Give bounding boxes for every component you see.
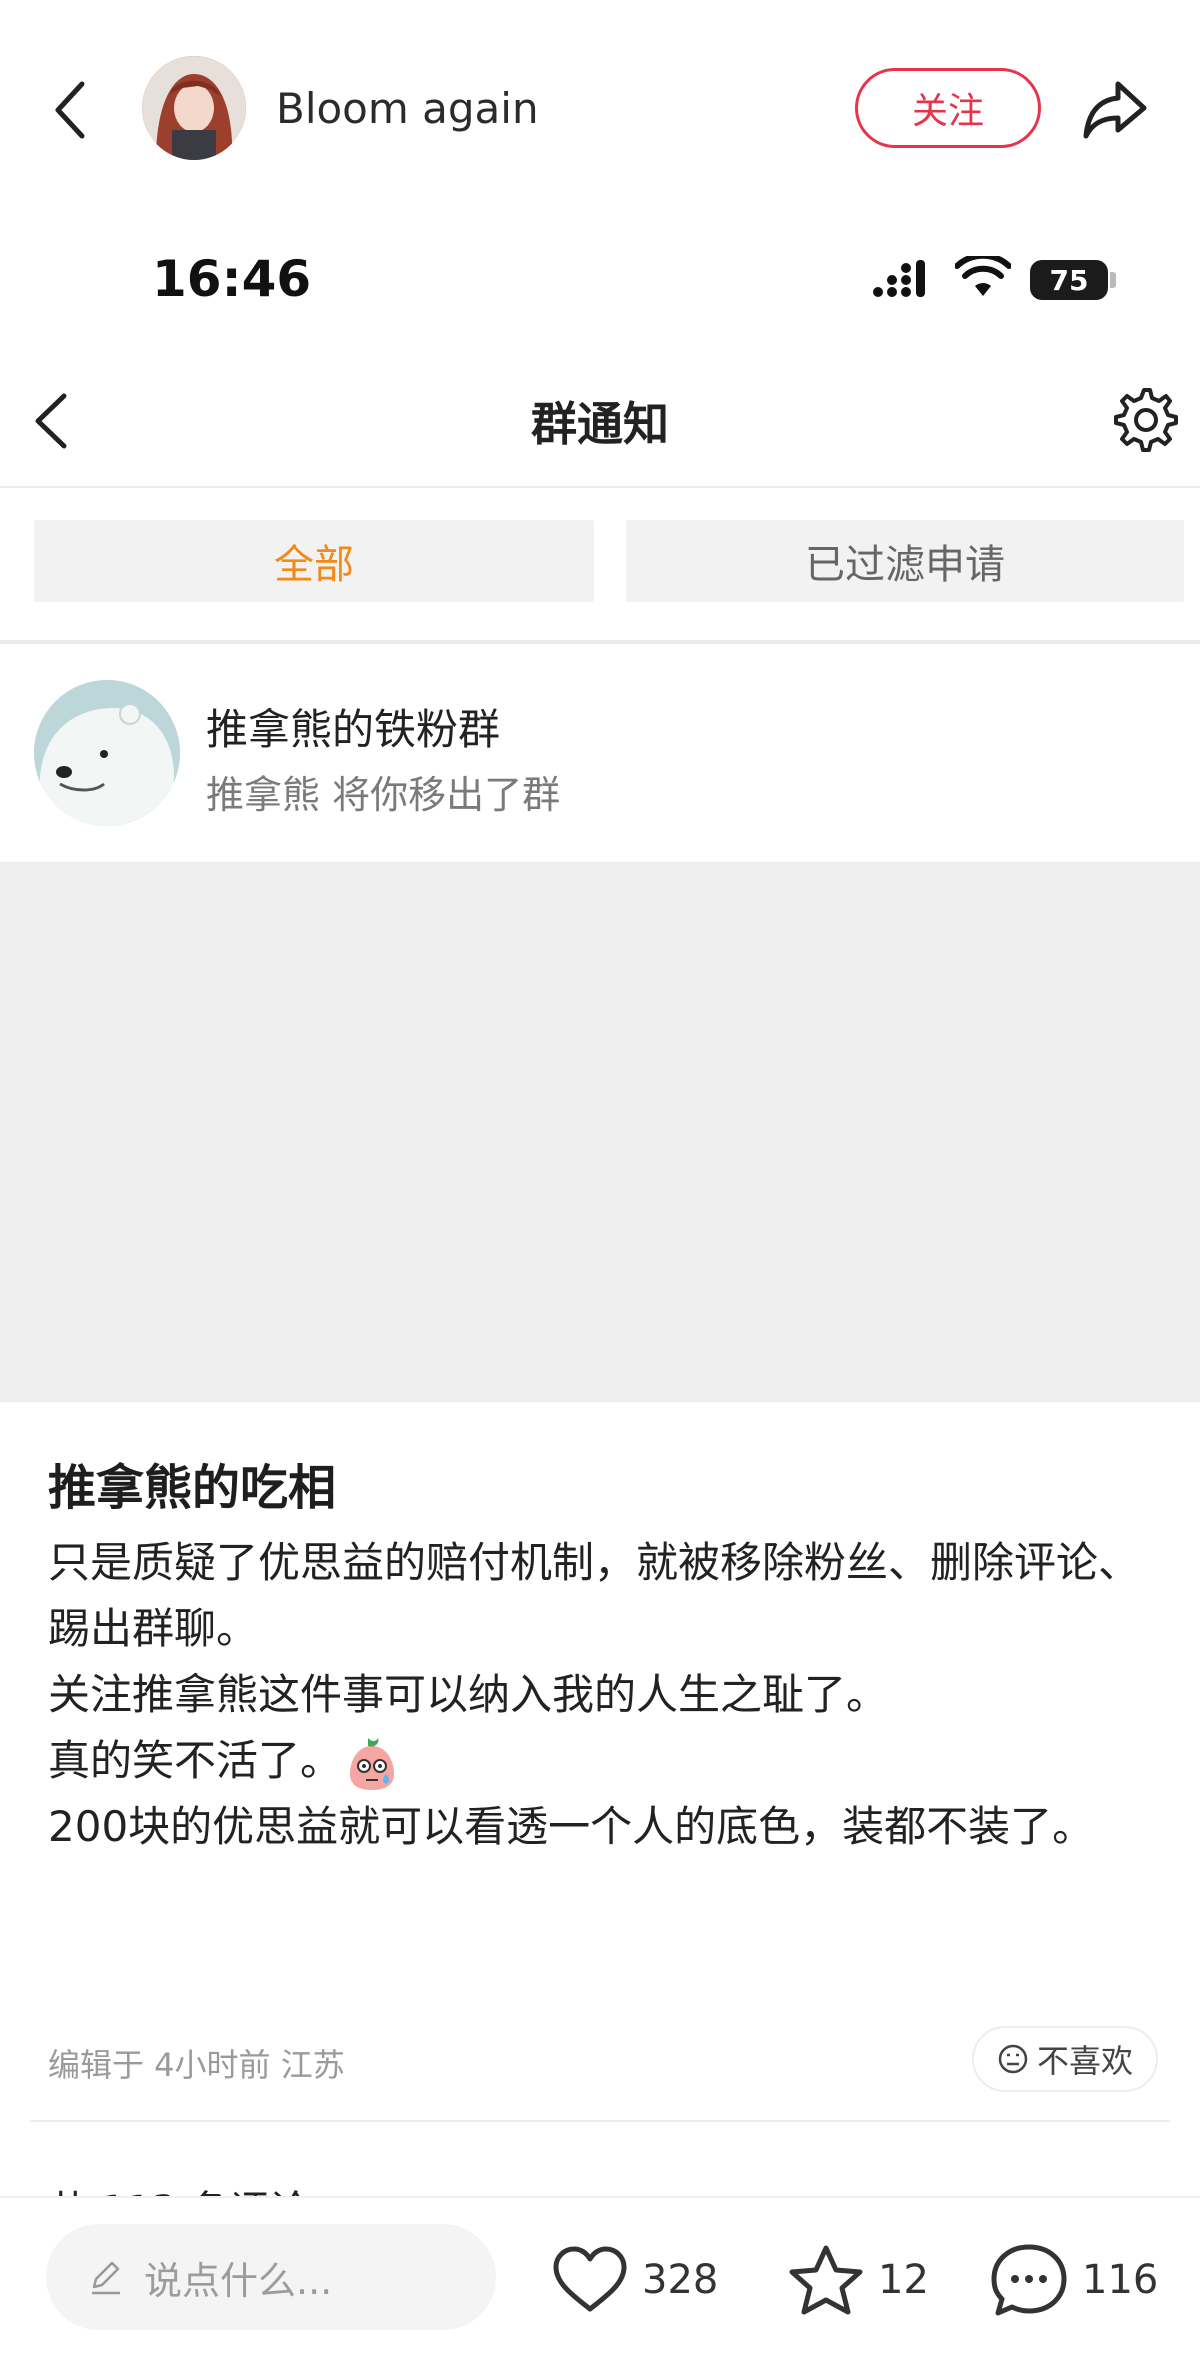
post-body: 只是质疑了优思益的赔付机制，就被移除粉丝、删除评论、踢出群聊。 关注推拿熊这件事… bbox=[48, 1530, 1158, 1860]
post-meta: 编辑于 4小时前 江苏 bbox=[48, 2046, 345, 2084]
post-paragraph: 200块的优思益就可以看透一个人的底色，装都不装了。 bbox=[48, 1802, 1095, 1851]
post-paragraph-text: 真的笑不活了。 bbox=[48, 1736, 343, 1785]
dislike-button[interactable]: 不喜欢 bbox=[972, 2026, 1158, 2092]
comments-count-heading: 共 113 条评论 bbox=[48, 2178, 310, 2196]
post-paragraph: 关注推拿熊这件事可以纳入我的人生之耻了。 bbox=[48, 1670, 889, 1719]
gear-icon bbox=[1114, 388, 1178, 452]
share-button[interactable] bbox=[1080, 76, 1150, 142]
comment-bubble-icon bbox=[991, 2244, 1067, 2316]
heart-icon bbox=[553, 2246, 627, 2312]
wifi-icon bbox=[954, 252, 1012, 300]
status-time: 16:46 bbox=[152, 250, 312, 308]
comment-count: 116 bbox=[1082, 2257, 1159, 2303]
like-button[interactable]: 328 bbox=[552, 2244, 718, 2316]
comment-input-placeholder: 说点什么... bbox=[144, 2258, 333, 2303]
group-avatar[interactable] bbox=[34, 680, 180, 826]
star-icon bbox=[789, 2245, 863, 2315]
page-title: 群通知 bbox=[531, 397, 669, 451]
divider bbox=[30, 2120, 1170, 2122]
cellular-signal-icon bbox=[872, 258, 934, 300]
battery-tip bbox=[1110, 272, 1116, 288]
post-paragraph: 只是质疑了优思益的赔付机制，就被移除粉丝、删除评论、踢出群聊。 bbox=[48, 1538, 1141, 1653]
group-name: 推拿熊的铁粉群 bbox=[206, 705, 501, 754]
tab-filtered-requests[interactable]: 已过滤申请 bbox=[626, 520, 1184, 602]
comment-button[interactable]: 116 bbox=[990, 2244, 1158, 2316]
collect-button[interactable]: 12 bbox=[788, 2244, 929, 2316]
avatar-illustration bbox=[142, 56, 246, 160]
dislike-label: 不喜欢 bbox=[1036, 2042, 1133, 2080]
settings-button[interactable] bbox=[1110, 384, 1178, 452]
post-title: 推拿熊的吃相 bbox=[48, 1460, 337, 1516]
collect-count: 12 bbox=[878, 2257, 929, 2303]
like-count: 328 bbox=[642, 2257, 719, 2303]
share-icon bbox=[1083, 81, 1147, 139]
pencil-icon bbox=[92, 2261, 120, 2295]
comment-input[interactable]: 说点什么... bbox=[46, 2224, 496, 2330]
divider bbox=[0, 486, 1200, 488]
sweat-emoji-icon bbox=[346, 1736, 398, 1792]
polar-bear-illustration bbox=[34, 680, 180, 826]
follow-button[interactable]: 关注 bbox=[855, 68, 1041, 148]
post-paragraph: 真的笑不活了。 bbox=[48, 1728, 1158, 1794]
empty-area bbox=[0, 862, 1200, 1402]
author-avatar[interactable] bbox=[142, 56, 246, 160]
tab-all[interactable]: 全部 bbox=[34, 520, 594, 602]
back-button[interactable] bbox=[48, 78, 96, 142]
author-name[interactable]: Bloom again bbox=[276, 84, 539, 133]
neutral-face-icon bbox=[998, 2044, 1028, 2074]
divider bbox=[0, 640, 1200, 644]
chevron-left-icon bbox=[55, 81, 85, 139]
battery-indicator: 75 bbox=[1030, 260, 1108, 300]
notification-message: 推拿熊 将你移出了群 bbox=[206, 773, 561, 817]
